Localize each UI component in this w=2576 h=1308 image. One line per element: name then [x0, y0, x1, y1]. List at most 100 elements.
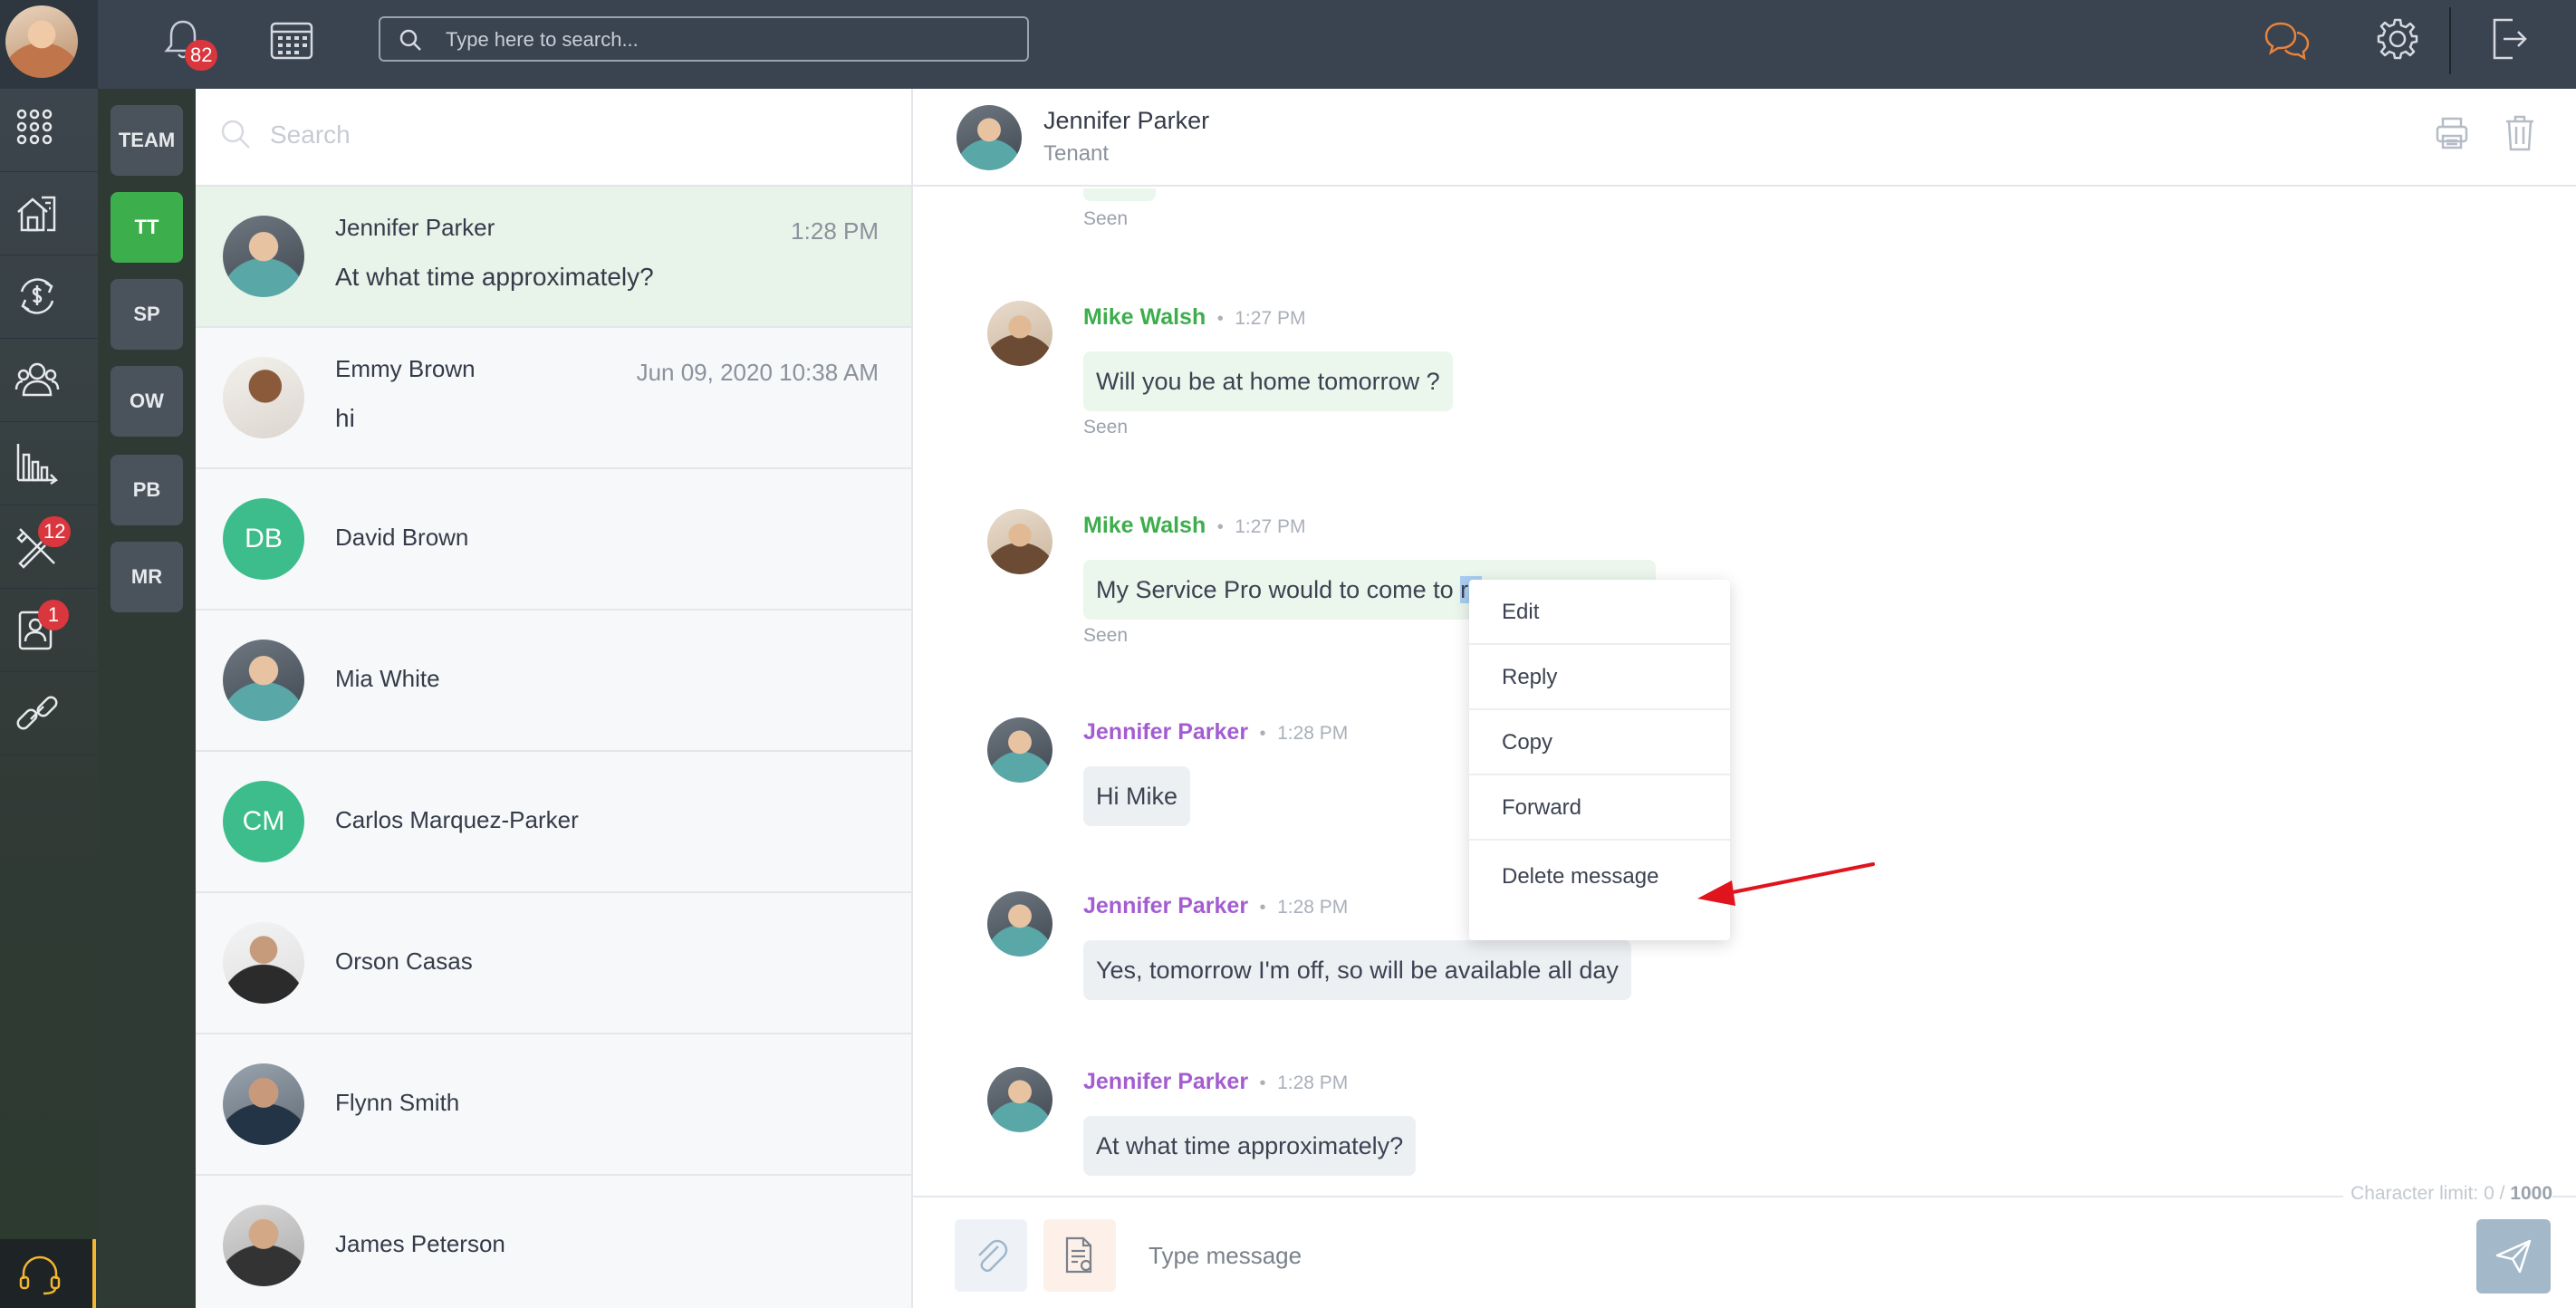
- avatar: [223, 1205, 304, 1286]
- message-composer: [913, 1197, 2576, 1308]
- conversation-search-input[interactable]: [268, 116, 815, 154]
- avatar: [223, 640, 304, 721]
- gear-icon: [2377, 18, 2418, 60]
- menu-item-reply[interactable]: Reply: [1469, 645, 1730, 710]
- link-icon: [16, 696, 58, 730]
- message-bubble[interactable]: Hi Mike: [1083, 766, 1191, 826]
- filter-owners[interactable]: OW: [111, 366, 183, 437]
- conversation-search[interactable]: [196, 89, 911, 187]
- applicants-badge: 1: [38, 600, 69, 630]
- message-bubble[interactable]: At what time approximately?: [1083, 1116, 1417, 1176]
- reports-icon: [16, 444, 58, 486]
- conversation-item[interactable]: Jennifer Parker 1:28 PM At what time app…: [196, 187, 911, 328]
- conversation-item[interactable]: Mia White: [196, 611, 911, 752]
- headset-icon: [19, 1255, 61, 1295]
- sender-name: Jennifer Parker: [1083, 1069, 1249, 1094]
- filter-pb[interactable]: PB: [111, 455, 183, 525]
- nav-links[interactable]: [0, 672, 98, 755]
- seen-status: Seen: [1083, 417, 1129, 438]
- conversation-item[interactable]: Flynn Smith: [196, 1034, 911, 1176]
- message-bubble[interactable]: Will you be at home tomorrow ?: [1083, 351, 1453, 411]
- avatar: [956, 105, 1022, 170]
- separator-dot: •: [1212, 309, 1229, 329]
- contact-name: Carlos Marquez-Parker: [335, 806, 579, 833]
- user-avatar-button[interactable]: [0, 0, 98, 89]
- printer-icon: [2436, 117, 2468, 149]
- divider: [2449, 7, 2451, 74]
- attach-document-button[interactable]: [1043, 1219, 1116, 1292]
- global-search-input[interactable]: [444, 25, 991, 54]
- avatar: [987, 301, 1053, 366]
- separator-dot: •: [1254, 1073, 1272, 1093]
- contact-name: Jennifer Parker: [335, 214, 495, 241]
- send-button[interactable]: [2476, 1219, 2551, 1294]
- apps-grid-icon: [16, 109, 53, 145]
- avatar: [223, 922, 304, 1004]
- contacts-icon: [14, 362, 60, 397]
- nav-reports[interactable]: [0, 422, 98, 505]
- filter-service-pros[interactable]: SP: [111, 279, 183, 350]
- help-button[interactable]: [0, 1239, 96, 1308]
- message-meta: Mike Walsh • 1:27 PM: [1083, 304, 1305, 331]
- delete-conversation-button[interactable]: [2504, 114, 2536, 152]
- avatar: [987, 1067, 1053, 1132]
- menu-item-edit[interactable]: Edit: [1469, 580, 1730, 645]
- settings-button[interactable]: [2375, 16, 2420, 62]
- conversation-item[interactable]: CM Carlos Marquez-Parker: [196, 752, 911, 893]
- search-icon: [399, 29, 421, 51]
- last-message-time: 1:28 PM: [791, 217, 879, 245]
- separator-dot: •: [1254, 898, 1272, 918]
- maintenance-badge: 12: [38, 516, 72, 547]
- contact-name: Emmy Brown: [335, 355, 476, 382]
- avatar-initials: DB: [223, 498, 304, 580]
- menu-item-copy[interactable]: Copy: [1469, 710, 1730, 775]
- filter-tenants[interactable]: TT: [111, 192, 183, 263]
- conversation-list: Jennifer Parker 1:28 PM At what time app…: [196, 89, 913, 1308]
- properties-icon: [17, 196, 56, 232]
- menu-item-delete-message[interactable]: Delete message: [1469, 841, 1730, 913]
- last-message-preview: At what time approximately?: [335, 263, 654, 291]
- conversation-item[interactable]: DB David Brown: [196, 469, 911, 611]
- attach-file-button[interactable]: [955, 1219, 1027, 1292]
- global-search[interactable]: [379, 16, 1029, 62]
- messages-button[interactable]: [2263, 18, 2312, 63]
- last-message-time: Jun 09, 2020 10:38 AM: [636, 359, 879, 386]
- conversation-item[interactable]: Orson Casas: [196, 893, 911, 1034]
- nav-apps[interactable]: [0, 89, 98, 172]
- contact-name: Flynn Smith: [335, 1089, 460, 1116]
- contact-type-filter: TEAM TT SP OW PB MR: [98, 89, 196, 1308]
- avatar: [223, 1063, 304, 1145]
- calendar-icon: [270, 22, 313, 60]
- message-time: 1:27 PM: [1235, 308, 1306, 329]
- avatar: [987, 891, 1053, 957]
- message-meta: Jennifer Parker • 1:28 PM: [1083, 1069, 1348, 1095]
- nav-applicants[interactable]: 1: [0, 589, 98, 672]
- chat-panel: Jennifer Parker Tenant Seen Mike Walsh •…: [913, 89, 2576, 1308]
- nav-payments[interactable]: [0, 255, 98, 339]
- seen-status: Seen: [1083, 208, 1129, 229]
- logout-button[interactable]: [2489, 16, 2529, 62]
- chat-bubbles-icon: [2264, 22, 2310, 61]
- contact-name: Orson Casas: [335, 947, 473, 975]
- payments-icon: [20, 278, 54, 314]
- message-text: My Service Pro would to come to: [1096, 576, 1461, 603]
- nav-maintenance[interactable]: 12: [0, 505, 98, 589]
- notifications-badge: 82: [185, 40, 218, 71]
- message-time: 1:28 PM: [1277, 897, 1349, 918]
- calendar-button[interactable]: [269, 18, 314, 62]
- message-bubble[interactable]: Yes, tomorrow I'm off, so will be availa…: [1083, 940, 1631, 1000]
- nav-properties[interactable]: [0, 172, 98, 255]
- conversation-item[interactable]: James Peterson: [196, 1176, 911, 1308]
- menu-item-forward[interactable]: Forward: [1469, 775, 1730, 841]
- contact-name: David Brown: [335, 524, 469, 551]
- filter-team[interactable]: TEAM: [111, 105, 183, 176]
- conversation-item[interactable]: Emmy Brown Jun 09, 2020 10:38 AM hi: [196, 328, 911, 469]
- nav-contacts[interactable]: [0, 339, 98, 422]
- message-time: 1:27 PM: [1235, 516, 1306, 537]
- filter-mr[interactable]: MR: [111, 542, 183, 612]
- send-icon: [2495, 1239, 2532, 1274]
- print-button[interactable]: [2435, 116, 2469, 150]
- separator-dot: •: [1212, 517, 1229, 537]
- message-input[interactable]: [1147, 1234, 2237, 1277]
- message-context-menu: Edit Reply Copy Forward Delete message: [1469, 580, 1730, 940]
